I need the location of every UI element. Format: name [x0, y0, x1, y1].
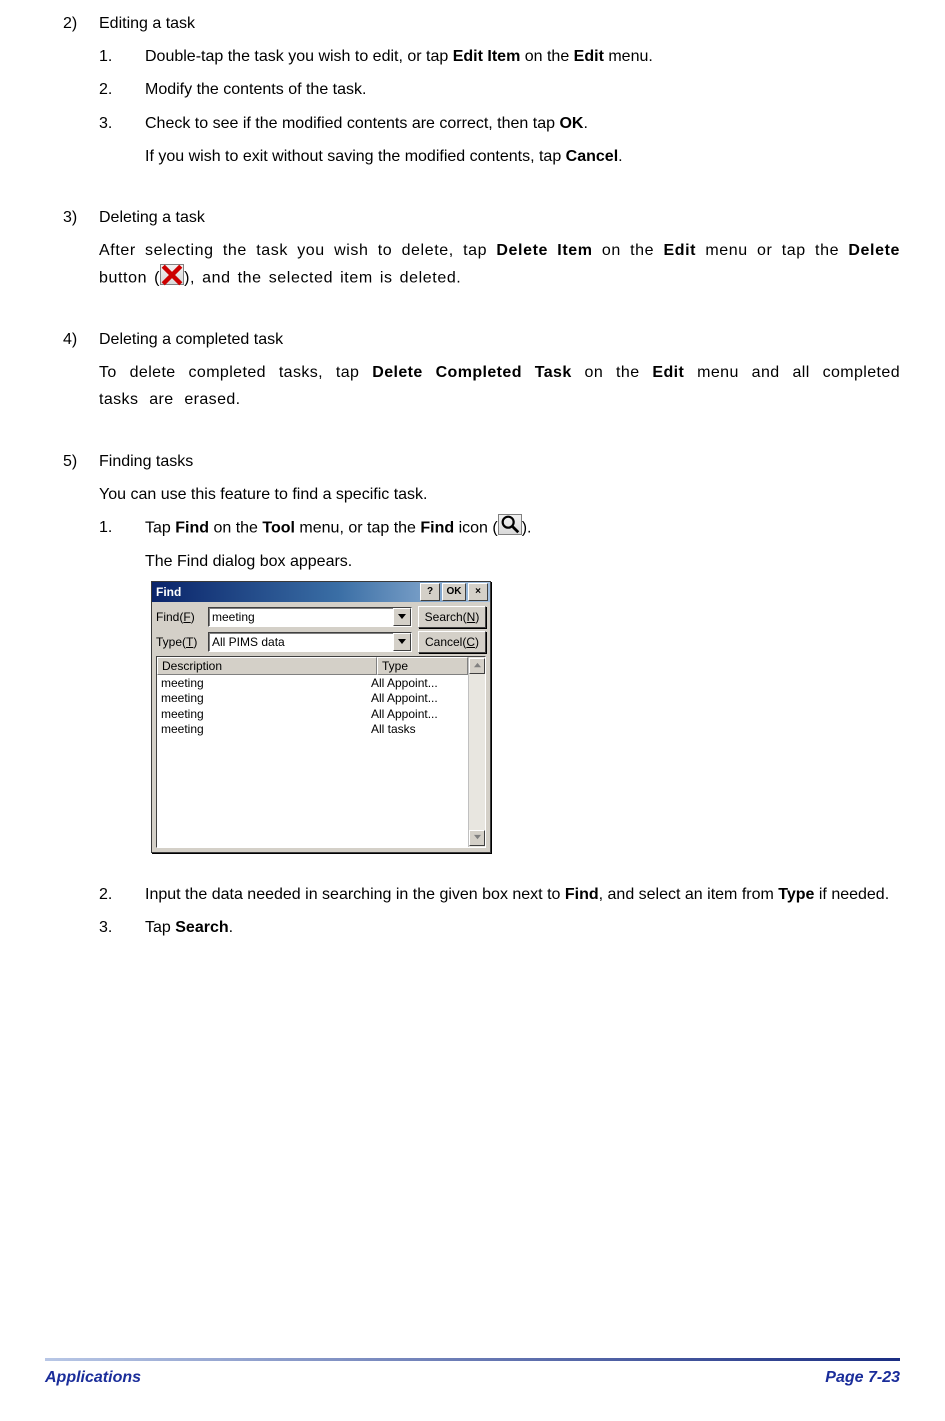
- section-3-header: 3) Deleting a task: [63, 204, 900, 231]
- list-item: meetingAll Appoint...: [157, 706, 468, 721]
- type-row: Type(T) All PIMS data Cancel(C): [156, 631, 486, 653]
- close-button[interactable]: ×: [468, 583, 488, 601]
- section-2-number: 2): [63, 10, 99, 37]
- section-4-number: 4): [63, 326, 99, 353]
- find-row: Find(F) meeting Search(N): [156, 606, 486, 628]
- find-dialog-titlebar: Find ? OK ×: [152, 582, 490, 602]
- section-3-title: Deleting a task: [99, 204, 900, 231]
- step-text: Input the data needed in searching in th…: [145, 881, 900, 908]
- step-text: Modify the contents of the task.: [145, 76, 900, 103]
- list-item: meetingAll tasks: [157, 721, 468, 736]
- find-dialog-title: Find: [156, 585, 420, 599]
- section-2-step-3: 3. Check to see if the modified contents…: [63, 110, 900, 170]
- step-text: Check to see if the modified contents ar…: [145, 110, 900, 170]
- page-footer: Applications Page 7-23: [45, 1358, 900, 1391]
- section-5-header: 5) Finding tasks: [63, 448, 900, 475]
- section-5-title: Finding tasks: [99, 448, 900, 475]
- footer-right: Page 7-23: [825, 1364, 900, 1391]
- cancel-button[interactable]: Cancel(C): [418, 631, 486, 653]
- section-3-number: 3): [63, 204, 99, 231]
- step-number: 1.: [99, 43, 145, 70]
- section-5-step-3: 3. Tap Search.: [63, 914, 900, 941]
- scroll-down-icon[interactable]: [469, 830, 485, 846]
- find-input[interactable]: meeting: [208, 607, 412, 627]
- find-dialog-screenshot: Find ? OK × Find(F) meeting Search(N) Ty…: [151, 581, 900, 853]
- section-2-header: 2) Editing a task: [63, 10, 900, 37]
- section-3-body: After selecting the task you wish to del…: [63, 237, 900, 292]
- chevron-down-icon[interactable]: [393, 608, 411, 626]
- type-label: Type(T): [156, 635, 208, 649]
- step-number: 3.: [99, 914, 145, 941]
- scrollbar[interactable]: [468, 657, 485, 847]
- step-number: 2.: [99, 881, 145, 908]
- results-rows[interactable]: meetingAll Appoint... meetingAll Appoint…: [157, 675, 468, 847]
- list-item: meetingAll Appoint...: [157, 675, 468, 690]
- step-number: 3.: [99, 110, 145, 170]
- help-button[interactable]: ?: [420, 583, 440, 601]
- section-4-header: 4) Deleting a completed task: [63, 326, 900, 353]
- step-number: 1.: [99, 514, 145, 575]
- section-5-step-1: 1. Tap Find on the Tool menu, or tap the…: [63, 514, 900, 575]
- chevron-down-icon[interactable]: [393, 633, 411, 651]
- step-number: 2.: [99, 76, 145, 103]
- step-text: Tap Search.: [145, 914, 900, 941]
- section-4-body: To delete completed tasks, tap Delete Co…: [63, 359, 900, 413]
- results-header-description[interactable]: Description: [157, 657, 377, 675]
- results-header: Description Type: [157, 657, 468, 675]
- section-2-step-1: 1. Double-tap the task you wish to edit,…: [63, 43, 900, 70]
- section-5-number: 5): [63, 448, 99, 475]
- section-4-text: To delete completed tasks, tap Delete Co…: [99, 359, 900, 413]
- step-text: Double-tap the task you wish to edit, or…: [145, 43, 900, 70]
- section-5-step-2: 2. Input the data needed in searching in…: [63, 881, 900, 908]
- section-2-title: Editing a task: [99, 10, 900, 37]
- delete-icon: [160, 264, 184, 285]
- scroll-up-icon[interactable]: [469, 658, 485, 674]
- section-2-step-2: 2. Modify the contents of the task.: [63, 76, 900, 103]
- footer-left: Applications: [45, 1364, 141, 1391]
- results-list: Description Type meetingAll Appoint... m…: [156, 656, 486, 848]
- ok-button[interactable]: OK: [442, 583, 466, 601]
- search-button[interactable]: Search(N): [418, 606, 486, 628]
- list-item: meetingAll Appoint...: [157, 690, 468, 705]
- find-label: Find(F): [156, 610, 208, 624]
- section-4-title: Deleting a completed task: [99, 326, 900, 353]
- find-icon: [498, 514, 522, 535]
- find-dialog: Find ? OK × Find(F) meeting Search(N) Ty…: [151, 581, 491, 853]
- results-header-type[interactable]: Type: [377, 657, 468, 675]
- step-text: Tap Find on the Tool menu, or tap the Fi…: [145, 514, 900, 575]
- section-3-text: After selecting the task you wish to del…: [99, 237, 900, 292]
- section-5-intro: You can use this feature to find a speci…: [63, 481, 900, 508]
- type-select[interactable]: All PIMS data: [208, 632, 412, 652]
